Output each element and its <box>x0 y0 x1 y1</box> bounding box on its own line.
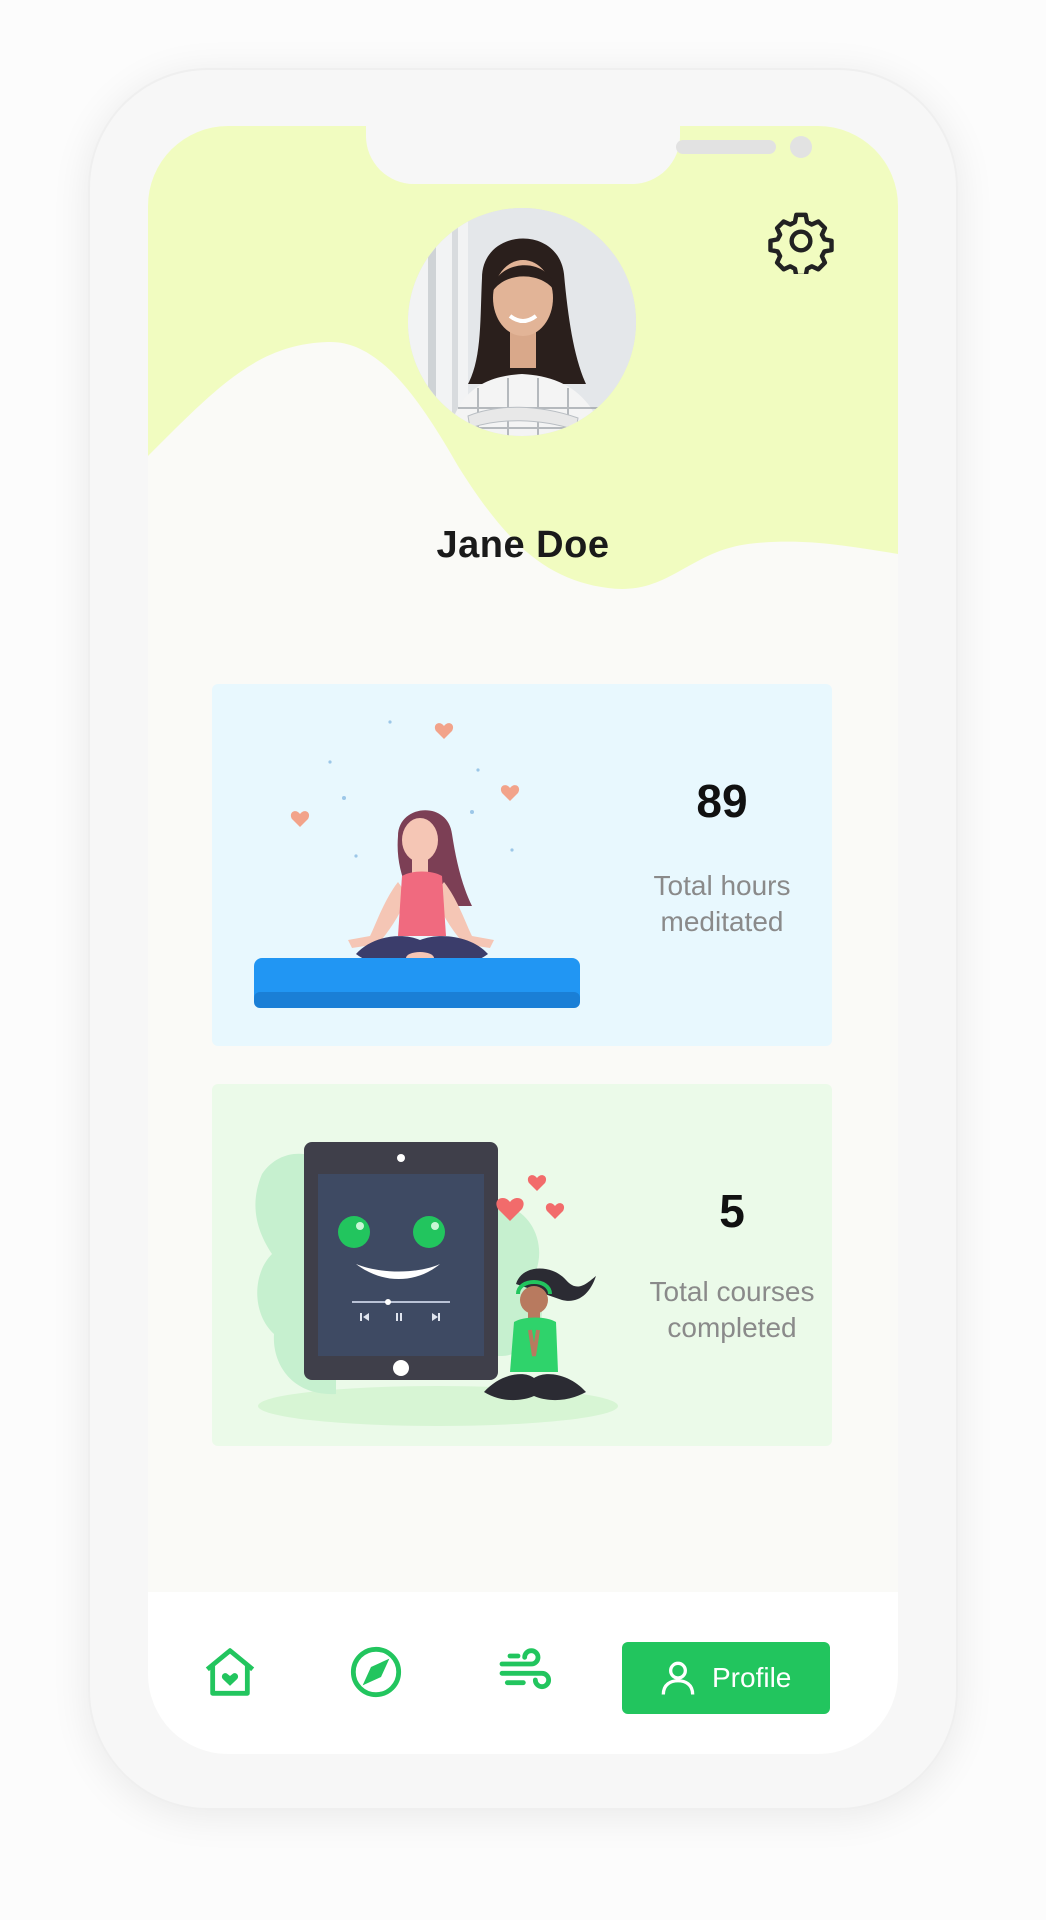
tablet-meditation-illustration <box>255 1142 618 1426</box>
front-camera <box>790 136 812 158</box>
stat-card-hours[interactable]: 89 Total hours meditated <box>212 684 832 1046</box>
compass-icon <box>350 1646 402 1698</box>
home-icon <box>205 1648 255 1696</box>
speaker <box>676 140 776 154</box>
hours-label-line2: meditated <box>660 906 784 937</box>
bottom-nav: Profile <box>148 1592 898 1754</box>
nav-profile-active[interactable]: Profile <box>622 1642 830 1714</box>
user-name: Jane Doe <box>436 524 610 566</box>
wind-icon <box>499 1648 552 1690</box>
user-icon <box>661 1661 695 1695</box>
hours-value: 89 <box>696 775 748 827</box>
avatar-photo <box>408 208 636 436</box>
phone-frame: Jane Doe 89 Total hours meditated 5 Tota… <box>88 68 958 1810</box>
gear-icon <box>768 212 834 279</box>
nav-profile-label: Profile <box>712 1662 792 1693</box>
courses-value: 5 <box>719 1185 745 1237</box>
profile-avatar[interactable] <box>408 208 636 436</box>
nav-explore[interactable] <box>344 1640 408 1704</box>
settings-button[interactable] <box>768 208 834 279</box>
app-screen: Jane Doe 89 Total hours meditated 5 Tota… <box>148 126 898 1754</box>
meditation-illustration <box>254 720 580 1008</box>
courses-label-line1: Total courses <box>649 1276 815 1307</box>
device-notch <box>366 126 812 184</box>
nav-breathe[interactable] <box>494 1640 558 1704</box>
stat-card-courses[interactable]: 5 Total courses completed <box>212 1084 832 1446</box>
nav-home[interactable] <box>198 1640 262 1704</box>
hours-label-line1: Total hours <box>653 870 791 901</box>
courses-label-line2: completed <box>667 1312 797 1343</box>
